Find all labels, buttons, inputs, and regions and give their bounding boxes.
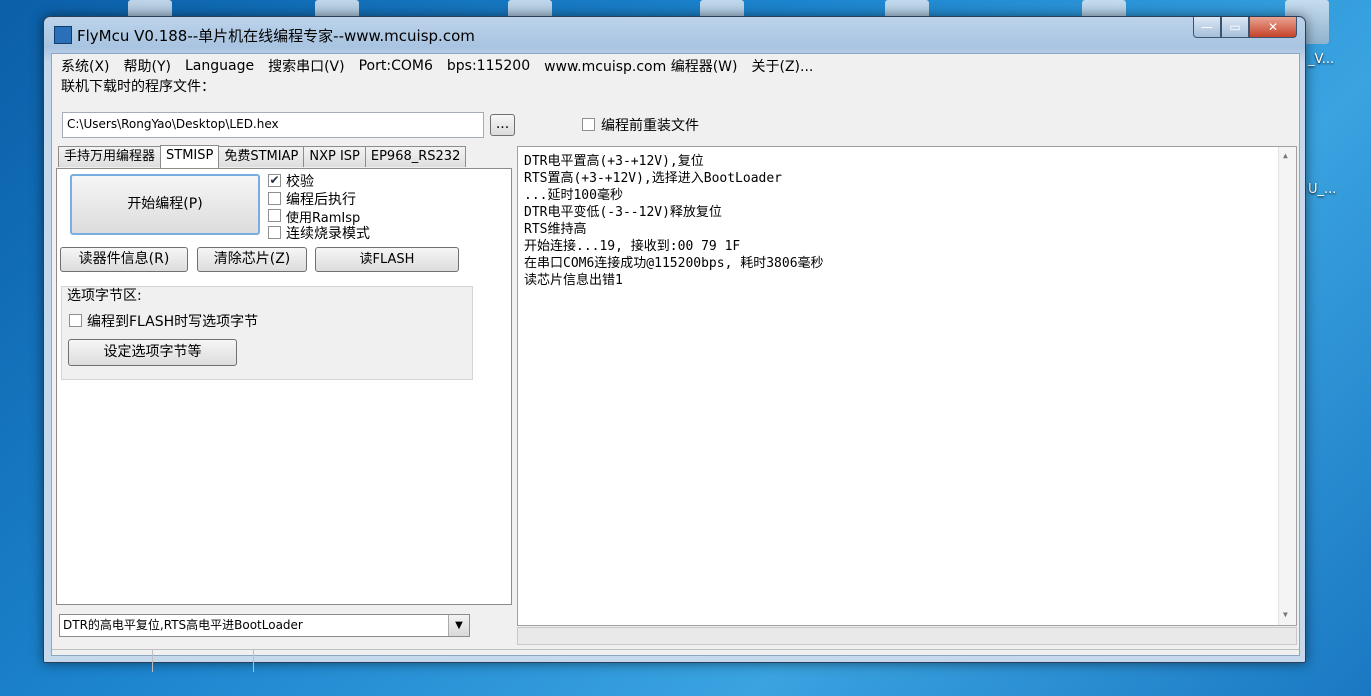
program-file-label: 联机下载时的程序文件： [61, 79, 215, 95]
tab-handheld-programmer[interactable]: 手持万用编程器 [58, 146, 162, 167]
browse-button[interactable]: ... [490, 114, 515, 136]
close-button[interactable]: ✕ [1249, 17, 1297, 38]
option-bytes-group-label: 选项字节区: [67, 288, 142, 304]
tab-free-stmiap[interactable]: 免费STMIAP [218, 146, 305, 167]
reset-mode-value: DTR的高电平复位,RTS高电平进BootLoader [63, 618, 303, 632]
minimize-icon: — [1201, 20, 1213, 34]
tab-stmisp[interactable]: STMISP [160, 145, 220, 168]
minimize-button[interactable]: — [1193, 17, 1221, 38]
menu-system[interactable]: 系统(X) [54, 56, 117, 76]
menu-programmer[interactable]: www.mcuisp.com 编程器(W) [537, 56, 744, 76]
continuous-burn-checkbox[interactable] [268, 226, 281, 239]
programmer-tabs: 手持万用编程器 STMISP 免费STMIAP NXP ISP EP968_RS… [58, 145, 467, 168]
flymcu-window: FlyMcu V0.188--单片机在线编程专家--www.mcuisp.com… [43, 16, 1306, 672]
option-bytes-group: 选项字节区: 编程到FLASH时写选项字节 设定选项字节等 [61, 286, 473, 380]
menu-port[interactable]: Port:COM6 [352, 58, 440, 74]
run-after-program-checkbox[interactable] [268, 192, 281, 205]
maximize-button[interactable]: ▭ [1221, 17, 1249, 38]
window-controls: — ▭ ✕ [1193, 17, 1297, 38]
verify-checkbox[interactable]: ✔ [268, 174, 281, 187]
window-title: FlyMcu V0.188--单片机在线编程专家--www.mcuisp.com [77, 27, 475, 45]
log-vertical-scrollbar[interactable]: ▲ ▼ [1278, 147, 1296, 625]
run-after-program-label: 编程后执行 [286, 192, 356, 208]
verify-label: 校验 [286, 174, 314, 190]
start-program-button[interactable]: 开始编程(P) [70, 174, 260, 235]
tab-nxp-isp[interactable]: NXP ISP [303, 146, 366, 167]
read-device-info-button[interactable]: 读器件信息(R) [60, 247, 188, 272]
write-option-bytes-label: 编程到FLASH时写选项字节 [87, 314, 259, 330]
read-flash-button[interactable]: 读FLASH [315, 247, 459, 272]
log-line: 读芯片信息出错1 [524, 273, 623, 288]
client-area: 系统(X) 帮助(Y) Language 搜索串口(V) Port:COM6 b… [51, 53, 1300, 672]
title-bar[interactable]: FlyMcu V0.188--单片机在线编程专家--www.mcuisp.com… [44, 17, 1305, 49]
status-bar [52, 649, 1299, 672]
erase-chip-button[interactable]: 清除芯片(Z) [197, 247, 307, 272]
reload-before-program-checkbox[interactable] [582, 118, 595, 131]
continuous-burn-label: 连续烧录模式 [286, 226, 370, 242]
menu-help[interactable]: 帮助(Y) [117, 56, 178, 76]
status-cell [52, 650, 153, 672]
menu-search-port[interactable]: 搜索串口(V) [261, 56, 352, 76]
desktop-icon-label: _V... [1308, 52, 1335, 67]
menu-about[interactable]: 关于(Z)... [744, 56, 820, 76]
menu-bar: 系统(X) 帮助(Y) Language 搜索串口(V) Port:COM6 b… [52, 54, 820, 77]
flymcu-app-icon [54, 26, 72, 44]
use-ramisp-checkbox[interactable] [268, 209, 281, 222]
output-log[interactable]: DTR电平置高(+3-+12V),复位 RTS置高(+3-+12V),选择进入B… [517, 146, 1297, 626]
reset-mode-select[interactable]: DTR的高电平复位,RTS高电平进BootLoader ▼ [59, 614, 470, 637]
reload-before-program-label: 编程前重装文件 [601, 118, 699, 134]
log-horizontal-scrollbar[interactable] [517, 627, 1297, 645]
menu-language[interactable]: Language [178, 58, 261, 74]
desktop-icon-label: U_... [1308, 182, 1337, 197]
set-option-bytes-button[interactable]: 设定选项字节等 [68, 339, 237, 366]
menu-baudrate[interactable]: bps:115200 [440, 58, 537, 74]
scroll-up-arrow-icon[interactable]: ▲ [1283, 151, 1288, 160]
program-file-path-input[interactable]: C:\Users\RongYao\Desktop\LED.hex [62, 112, 484, 138]
close-icon: ✕ [1267, 20, 1279, 34]
write-option-bytes-checkbox[interactable] [69, 314, 82, 327]
scroll-down-arrow-icon[interactable]: ▼ [1283, 610, 1288, 619]
maximize-icon: ▭ [1229, 20, 1241, 34]
stmisp-panel: 开始编程(P) ✔ 校验 编程后执行 使用RamIsp 连续烧录模式 读器件信息… [56, 168, 512, 605]
tab-ep968-rs232[interactable]: EP968_RS232 [364, 146, 467, 167]
status-cell [153, 650, 254, 672]
dropdown-arrow-icon[interactable]: ▼ [448, 615, 469, 636]
status-cell [254, 650, 1299, 672]
